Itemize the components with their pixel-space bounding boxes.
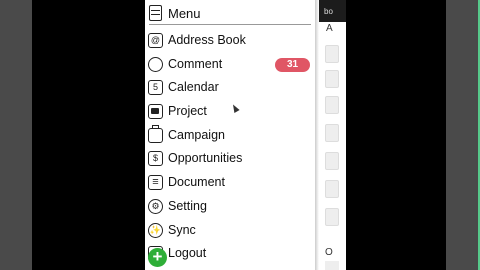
document-icon [148, 175, 163, 191]
list-cell[interactable] [325, 45, 339, 63]
drawer-shadow [315, 0, 319, 270]
menu-list-icon [149, 5, 162, 21]
section-letter: O [325, 247, 333, 258]
briefcase-icon [148, 124, 163, 143]
menu-item-address-book[interactable]: @ Address Book [145, 29, 315, 53]
menu-item-comment[interactable]: Comment 31 [145, 53, 315, 77]
calendar-icon: 5 [148, 80, 163, 96]
menu-item-project[interactable]: Project [145, 100, 315, 124]
menu-title: Menu [168, 6, 201, 21]
sync-puzzle-icon: ✨ [148, 222, 163, 238]
address-book-icon: @ [148, 33, 163, 48]
phone-screen: bo A O Menu @ Address Book Comment 31 5 … [145, 0, 346, 270]
list-cell[interactable] [325, 180, 339, 198]
header-divider [149, 24, 311, 25]
add-icon: + [152, 247, 163, 266]
menu-item-calendar[interactable]: 5 Calendar [145, 76, 315, 100]
background-topbar-text: bo [324, 7, 333, 16]
menu-item-label: Campaign [168, 127, 225, 142]
menu-item-logout[interactable]: Logout [145, 242, 315, 266]
list-cell[interactable] [325, 208, 339, 226]
menu-list: @ Address Book Comment 31 5 Calendar Pro… [145, 29, 315, 266]
list-cell[interactable] [325, 261, 339, 270]
comment-icon [148, 56, 163, 72]
gear-icon: ⚙ [148, 198, 163, 214]
video-side-bar-left [0, 0, 32, 270]
list-cell[interactable] [325, 124, 339, 142]
menu-item-document[interactable]: Document [145, 171, 315, 195]
list-cell[interactable] [325, 96, 339, 114]
menu-header: Menu [145, 0, 315, 26]
menu-item-setting[interactable]: ⚙ Setting [145, 195, 315, 219]
video-side-bar-right [446, 0, 480, 270]
menu-item-label: Logout [168, 246, 207, 261]
menu-item-label: Sync [168, 222, 196, 237]
background-pane: bo A O [319, 0, 346, 270]
menu-item-label: Document [168, 175, 225, 190]
menu-item-sync[interactable]: ✨ Sync [145, 219, 315, 243]
add-button[interactable]: + [148, 248, 167, 267]
menu-item-campaign[interactable]: Campaign [145, 124, 315, 148]
list-cell[interactable] [325, 152, 339, 170]
folder-icon [148, 104, 163, 120]
menu-item-opportunities[interactable]: $ Opportunities [145, 147, 315, 171]
menu-item-label: Setting [168, 198, 207, 213]
menu-item-label: Opportunities [168, 151, 243, 166]
menu-item-label: Project [168, 104, 207, 119]
background-topbar: bo [319, 0, 346, 22]
menu-item-label: Calendar [168, 80, 219, 95]
menu-item-label: Address Book [168, 33, 246, 47]
section-letter: A [326, 23, 333, 34]
list-cell[interactable] [325, 70, 339, 88]
dollar-document-icon: $ [148, 151, 163, 167]
comment-count-badge: 31 [275, 57, 310, 72]
menu-item-label: Comment [168, 56, 223, 71]
